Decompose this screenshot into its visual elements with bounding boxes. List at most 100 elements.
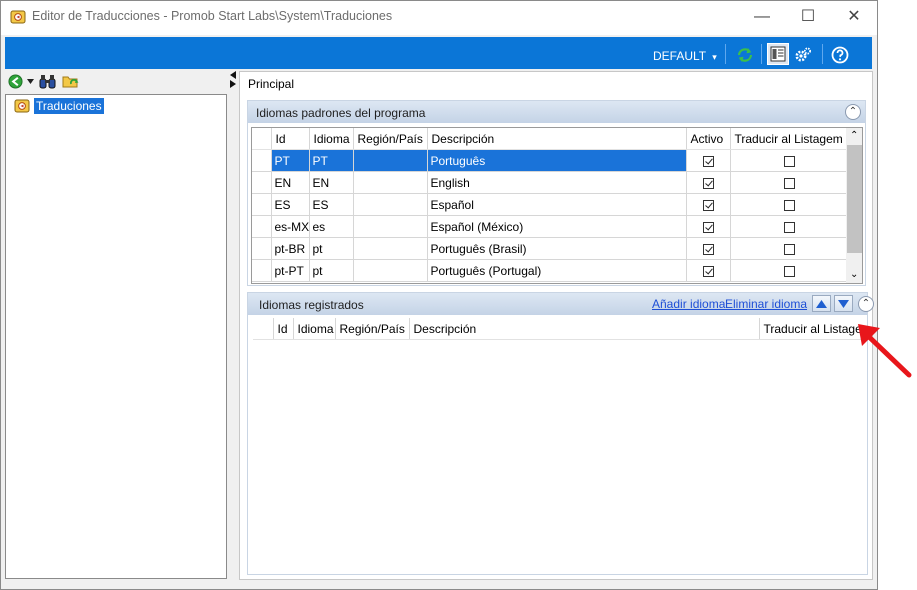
annotation-arrow-icon [858,324,912,378]
maximize-button[interactable]: ☐ [785,2,831,32]
cell-descripcion[interactable]: Português (Portugal) [427,259,687,282]
column-header-activo[interactable]: Activo [686,128,731,150]
table-row[interactable]: pt-PT pt Português (Portugal) [252,259,849,282]
table-row[interactable]: es-MX es Español (México) [252,215,849,238]
cell-activo [686,259,731,282]
move-down-button[interactable] [834,295,853,312]
cell-descripcion[interactable]: Português (Brasil) [427,237,687,260]
cell-region[interactable] [353,171,428,194]
cell-descripcion[interactable]: Português [427,149,687,172]
cell-region[interactable] [353,259,428,282]
traducir-checkbox[interactable] [783,221,795,233]
cell-region[interactable] [353,149,428,172]
scroll-up-icon[interactable]: ⌃ [850,131,858,141]
traducir-checkbox[interactable] [783,199,795,211]
folder-refresh-icon[interactable] [62,73,80,90]
vertical-scrollbar[interactable]: ⌃ ⌄ [846,128,862,283]
column-header-descripcion[interactable]: Descripción [409,318,760,340]
column-header-region[interactable]: Región/País [353,128,428,150]
ribbon-separator [725,44,726,64]
row-indicator [252,237,272,260]
settings-icon[interactable] [794,46,812,64]
collapse-button[interactable]: ⌃ [845,104,861,120]
help-icon[interactable] [831,46,849,64]
cell-idioma[interactable]: pt [309,259,354,282]
move-up-button[interactable] [812,295,831,312]
table-row[interactable]: PT PT Português [252,149,849,172]
cell-id[interactable]: EN [271,171,310,194]
translation-file-icon [14,99,30,113]
cell-region[interactable] [353,215,428,238]
column-header-traducir[interactable]: Traducir al Listagem [759,318,867,340]
traducir-checkbox[interactable] [783,265,795,277]
cell-idioma[interactable]: ES [309,193,354,216]
activo-checkbox[interactable] [702,199,714,211]
scroll-thumb[interactable] [847,145,862,253]
cell-id[interactable]: es-MX [271,215,310,238]
refresh-icon[interactable] [736,46,754,64]
back-icon[interactable] [8,74,23,89]
activo-checkbox[interactable] [702,177,714,189]
cell-descripcion[interactable]: English [427,171,687,194]
cell-idioma[interactable]: EN [309,171,354,194]
main-panel: Principal Idiomas padrones del programa … [239,71,874,580]
column-header-region[interactable]: Región/País [335,318,410,340]
row-indicator-header [253,318,274,340]
chevron-up-icon: ⌃ [861,298,871,309]
column-header-idioma[interactable]: Idioma [293,318,336,340]
cell-region[interactable] [353,237,428,260]
layout-button[interactable] [767,43,789,65]
cell-activo [686,237,731,260]
profile-dropdown[interactable]: DEFAULT ▾ [653,49,717,63]
scroll-down-icon[interactable]: ⌄ [850,270,858,280]
cell-descripcion[interactable]: Español (México) [427,215,687,238]
column-header-idioma[interactable]: Idioma [309,128,354,150]
cell-traducir [730,193,849,216]
cell-idioma[interactable]: es [309,215,354,238]
cell-traducir [730,215,849,238]
cell-id[interactable]: pt-PT [271,259,310,282]
activo-checkbox[interactable] [702,155,714,167]
cell-idioma[interactable]: PT [309,149,354,172]
grid-header-row: Id Idioma Región/País Descripción Traduc… [253,318,867,340]
cell-descripcion[interactable]: Español [427,193,687,216]
activo-checkbox[interactable] [702,243,714,255]
column-header-id[interactable]: Id [273,318,294,340]
cell-id[interactable]: ES [271,193,310,216]
table-row[interactable]: pt-BR pt Português (Brasil) [252,237,849,260]
column-header-descripcion[interactable]: Descripción [427,128,687,150]
cell-id[interactable]: PT [271,149,310,172]
cell-id[interactable]: pt-BR [271,237,310,260]
column-header-id[interactable]: Id [271,128,310,150]
cell-region[interactable] [353,193,428,216]
registered-languages-group: Idiomas registrados Añadir idioma Elimin… [247,292,874,575]
default-languages-grid: Id Idioma Región/País Descripción Activo… [251,127,863,284]
activo-checkbox[interactable] [702,221,714,233]
activo-checkbox[interactable] [702,265,714,277]
dropdown-caret-icon[interactable] [27,79,34,84]
tree-toolbar [5,70,227,94]
traducir-checkbox[interactable] [783,155,795,167]
add-language-link[interactable]: Añadir idioma [652,297,725,311]
traducir-checkbox[interactable] [783,177,795,189]
cell-traducir [730,259,849,282]
minimize-button[interactable]: — [739,2,785,32]
arrow-up-icon [816,300,827,308]
chevron-down-icon: ▾ [712,52,717,62]
cell-idioma[interactable]: pt [309,237,354,260]
layout-icon [770,46,786,62]
collapse-button[interactable]: ⌃ [858,296,874,312]
splitter-arrows-icon[interactable] [228,70,238,100]
group-title: Idiomas registrados [259,298,364,312]
column-header-traducir[interactable]: Traducir al Listagem [730,128,849,150]
table-row[interactable]: EN EN English [252,171,849,194]
table-row[interactable]: ES ES Español [252,193,849,216]
profile-label: DEFAULT [653,49,706,63]
chevron-up-icon: ⌃ [848,106,858,117]
ribbon-separator [822,44,823,64]
remove-language-link[interactable]: Eliminar idioma [725,297,807,311]
close-button[interactable]: ✕ [831,2,877,32]
tree-item-label: Traduciones [34,98,104,114]
traducir-checkbox[interactable] [783,243,795,255]
binoculars-icon[interactable] [39,74,56,89]
